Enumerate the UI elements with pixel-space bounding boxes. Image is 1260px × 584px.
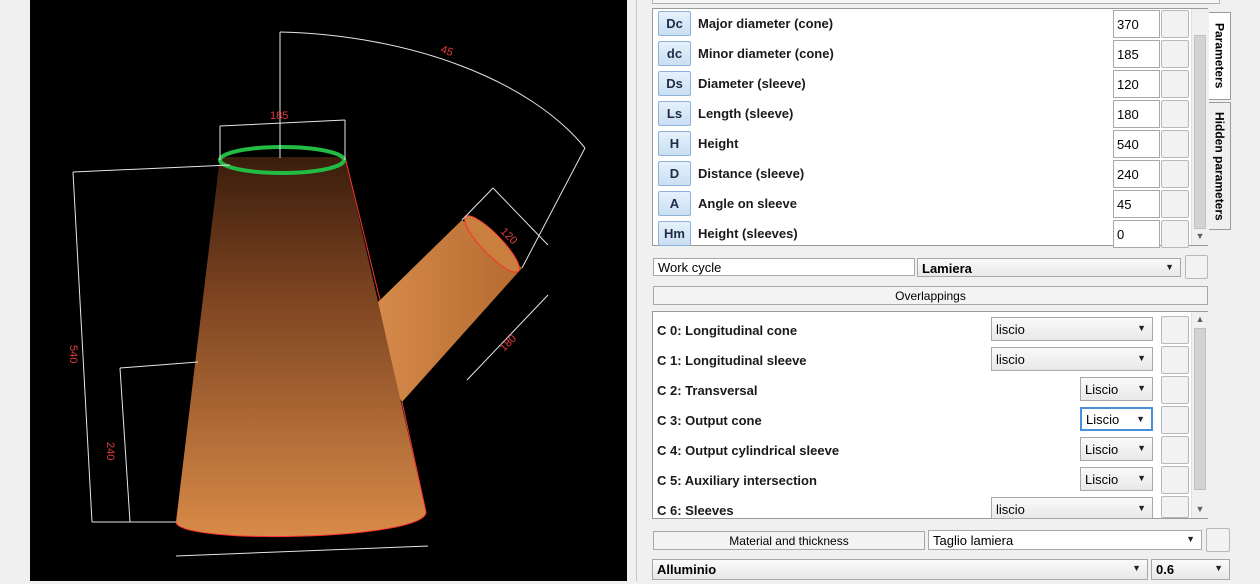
- chevron-down-icon: ▼: [1137, 383, 1146, 393]
- overlappings-list: C 0: Longitudinal cone liscio ▼ C 1: Long…: [652, 311, 1208, 519]
- param-code-button[interactable]: Ls: [658, 101, 691, 126]
- chevron-down-icon: ▼: [1137, 323, 1146, 333]
- dim-top-diameter: 185: [270, 110, 288, 122]
- param-code-button[interactable]: Ds: [658, 71, 691, 96]
- scroll-down-icon[interactable]: ▼: [1192, 502, 1208, 516]
- overlap-side-button[interactable]: [1161, 436, 1189, 464]
- overlap-side-button[interactable]: [1161, 496, 1189, 518]
- chevron-down-icon: ▼: [1137, 473, 1146, 483]
- panel-splitter[interactable]: [636, 0, 637, 581]
- model-viewport[interactable]: 185 45 120 180 540 240: [0, 0, 640, 581]
- chevron-down-icon: ▼: [1137, 443, 1146, 453]
- param-value-input[interactable]: 370: [1113, 10, 1160, 38]
- material-select[interactable]: Alluminio ▼: [652, 559, 1148, 580]
- properties-panel: Dc Major diameter (cone) 370 dc Minor di…: [640, 0, 1260, 581]
- overlap-select[interactable]: Liscio ▼: [1080, 407, 1153, 431]
- param-code-button[interactable]: H: [658, 131, 691, 156]
- overlap-row-c2: C 2: Transversal Liscio ▼: [653, 375, 1191, 405]
- work-cycle-side-button[interactable]: [1185, 255, 1208, 279]
- material-thickness-button[interactable]: Material and thickness: [653, 531, 925, 550]
- overlap-row-c0: C 0: Longitudinal cone liscio ▼: [653, 315, 1191, 345]
- param-label: Height: [698, 136, 739, 151]
- chevron-down-icon: ▼: [1137, 353, 1146, 363]
- cut-type-select[interactable]: Taglio lamiera ▼: [928, 530, 1202, 550]
- scroll-up-icon[interactable]: ▲: [1192, 312, 1208, 326]
- param-side-button[interactable]: [1161, 40, 1189, 68]
- tab-hidden-parameters[interactable]: Hidden parameters: [1209, 102, 1231, 230]
- overlappings-header-button[interactable]: Overlappings: [653, 286, 1208, 305]
- overlap-side-button[interactable]: [1161, 376, 1189, 404]
- param-label: Distance (sleeve): [698, 166, 805, 181]
- param-side-button[interactable]: [1161, 190, 1189, 218]
- dim-height: 540: [67, 345, 79, 363]
- param-label: Height (sleeves): [698, 226, 798, 241]
- overlap-select[interactable]: liscio ▼: [991, 317, 1153, 341]
- chevron-down-icon: ▼: [1165, 262, 1174, 272]
- param-code-button[interactable]: Dc: [658, 11, 691, 36]
- param-label: Length (sleeve): [698, 106, 794, 121]
- overlap-select[interactable]: Liscio ▼: [1080, 467, 1153, 491]
- overlap-side-button[interactable]: [1161, 406, 1189, 434]
- overlap-select[interactable]: liscio ▼: [991, 497, 1153, 519]
- overlap-side-button[interactable]: [1161, 466, 1189, 494]
- param-label: Minor diameter (cone): [698, 46, 834, 61]
- overlap-select[interactable]: Liscio ▼: [1080, 377, 1153, 401]
- chevron-down-icon: ▼: [1136, 414, 1145, 424]
- param-side-button[interactable]: [1161, 10, 1189, 38]
- param-value-input[interactable]: 240: [1113, 160, 1160, 188]
- param-value-input[interactable]: 540: [1113, 130, 1160, 158]
- param-side-button[interactable]: [1161, 220, 1189, 248]
- dim-sleeve-length: 180: [498, 333, 519, 354]
- chevron-down-icon: ▼: [1132, 563, 1141, 573]
- work-cycle-label: Work cycle: [653, 258, 915, 276]
- overlap-row-c5: C 5: Auxiliary intersection Liscio ▼: [653, 465, 1191, 495]
- param-side-button[interactable]: [1161, 160, 1189, 188]
- scroll-down-icon[interactable]: ▼: [1192, 229, 1208, 243]
- cone-model-drawing: 185 45 120 180 540 240: [67, 31, 586, 557]
- chevron-down-icon: ▼: [1214, 563, 1223, 573]
- param-code-button[interactable]: Hm: [658, 221, 691, 246]
- dim-distance: 240: [104, 442, 116, 460]
- overlap-select[interactable]: liscio ▼: [991, 347, 1153, 371]
- param-code-button[interactable]: A: [658, 191, 691, 216]
- overlap-row-c4: C 4: Output cylindrical sleeve Liscio ▼: [653, 435, 1191, 465]
- parameters-list: Dc Major diameter (cone) 370 dc Minor di…: [652, 8, 1208, 248]
- param-side-button[interactable]: [1161, 130, 1189, 158]
- 3d-canvas[interactable]: 185 45 120 180 540 240: [30, 0, 627, 581]
- overlap-side-button[interactable]: [1161, 346, 1189, 374]
- overlap-row-c1: C 1: Longitudinal sleeve liscio ▼: [653, 345, 1191, 375]
- param-label: Major diameter (cone): [698, 16, 834, 31]
- overlap-side-button[interactable]: [1161, 316, 1189, 344]
- overlap-select[interactable]: Liscio ▼: [1080, 437, 1153, 461]
- param-side-button[interactable]: [1161, 70, 1189, 98]
- param-value-input[interactable]: 0: [1113, 220, 1160, 248]
- param-code-button[interactable]: dc: [658, 41, 691, 66]
- overlap-row-c6: C 6: Sleeves liscio ▼: [653, 495, 1191, 525]
- param-label: Diameter (sleeve): [698, 76, 806, 91]
- param-value-input[interactable]: 45: [1113, 190, 1160, 218]
- scrollbar-thumb[interactable]: [1194, 328, 1206, 490]
- panel-top-edge: [652, 0, 1220, 4]
- work-cycle-select[interactable]: Lamiera ▼: [917, 258, 1181, 277]
- overlappings-scrollbar[interactable]: ▲ ▼: [1191, 312, 1208, 518]
- material-side-button[interactable]: [1206, 528, 1230, 552]
- overlap-row-c3: C 3: Output cone Liscio ▼: [653, 405, 1191, 435]
- tab-parameters[interactable]: Parameters: [1209, 12, 1231, 100]
- param-side-button[interactable]: [1161, 100, 1189, 128]
- chevron-down-icon: ▼: [1137, 503, 1146, 513]
- param-value-input[interactable]: 120: [1113, 70, 1160, 98]
- parameters-scrollbar[interactable]: ▼: [1191, 9, 1208, 245]
- chevron-down-icon: ▼: [1186, 534, 1195, 544]
- scrollbar-thumb[interactable]: [1194, 35, 1206, 229]
- param-value-input[interactable]: 185: [1113, 40, 1160, 68]
- dim-angle: 45: [439, 44, 455, 59]
- thickness-select[interactable]: 0.6 ▼: [1151, 559, 1230, 580]
- param-label: Angle on sleeve: [698, 196, 797, 211]
- param-code-button[interactable]: D: [658, 161, 691, 186]
- param-value-input[interactable]: 180: [1113, 100, 1160, 128]
